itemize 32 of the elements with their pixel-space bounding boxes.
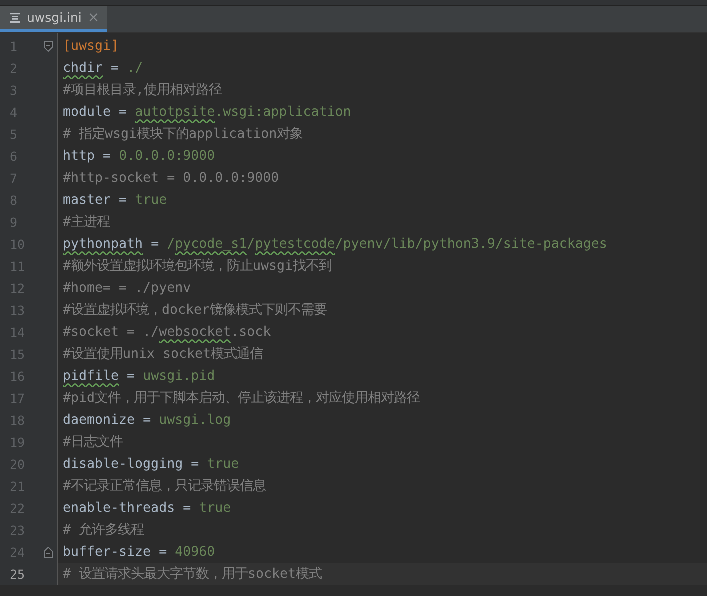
code-line: #socket = ./websocket.sock xyxy=(63,324,272,340)
code-line: #http-socket = 0.0.0.0:9000 xyxy=(63,170,280,186)
code-line: #额外设置虚拟环境包环境，防止uwsgi找不到 xyxy=(63,258,332,275)
editor-tab[interactable]: uwsgi.ini × xyxy=(0,6,107,32)
code-line: disable-logging = true xyxy=(63,456,240,472)
code-line: pythonpath = /pycode_s1/pytestcode/pyenv/lib/python3.9/site-packages xyxy=(63,236,608,252)
code-line: pidfile = uwsgi.pid xyxy=(63,368,216,384)
code-line: master = true xyxy=(63,192,168,208)
code-line: buffer-size = 40960 xyxy=(63,544,216,560)
tab-label: uwsgi.ini xyxy=(27,10,82,25)
code-line: #项目根目录,使用相对路径 xyxy=(63,82,222,99)
close-icon[interactable]: × xyxy=(88,10,100,26)
code-line: chdir = ./ xyxy=(63,60,144,76)
code-line: #设置使用unix socket模式通信 xyxy=(63,346,264,363)
code-line: # 设置请求头最大字节数，用于socket模式 xyxy=(63,566,322,583)
fold-icon[interactable] xyxy=(44,546,53,558)
code-line: enable-threads = true xyxy=(63,500,232,516)
code-line: # 允许多线程 xyxy=(63,522,144,539)
code-line: # 指定wsgi模块下的application对象 xyxy=(63,126,304,143)
code-line: [uwsgi] xyxy=(63,38,120,54)
line-number: 25 xyxy=(9,566,26,582)
text-file-icon xyxy=(9,12,21,24)
code-line: #主进程 xyxy=(63,214,110,231)
code-line: #home= = ./pyenv xyxy=(63,280,192,296)
fold-icon[interactable] xyxy=(44,40,53,52)
code-line: daemonize = uwsgi.log xyxy=(63,412,232,428)
code-line: module = autotpsite.wsgi:application xyxy=(63,104,352,120)
code-line: http = 0.0.0.0:9000 xyxy=(63,148,216,164)
code-line: #设置虚拟环境，docker镜像模式下则不需要 xyxy=(63,302,328,319)
code-line: #不记录正常信息，只记录错误信息 xyxy=(63,478,266,495)
code-line: #pid文件，用于下脚本启动、停止该进程，对应使用相对路径 xyxy=(63,390,420,407)
code-line: #日志文件 xyxy=(63,434,124,451)
